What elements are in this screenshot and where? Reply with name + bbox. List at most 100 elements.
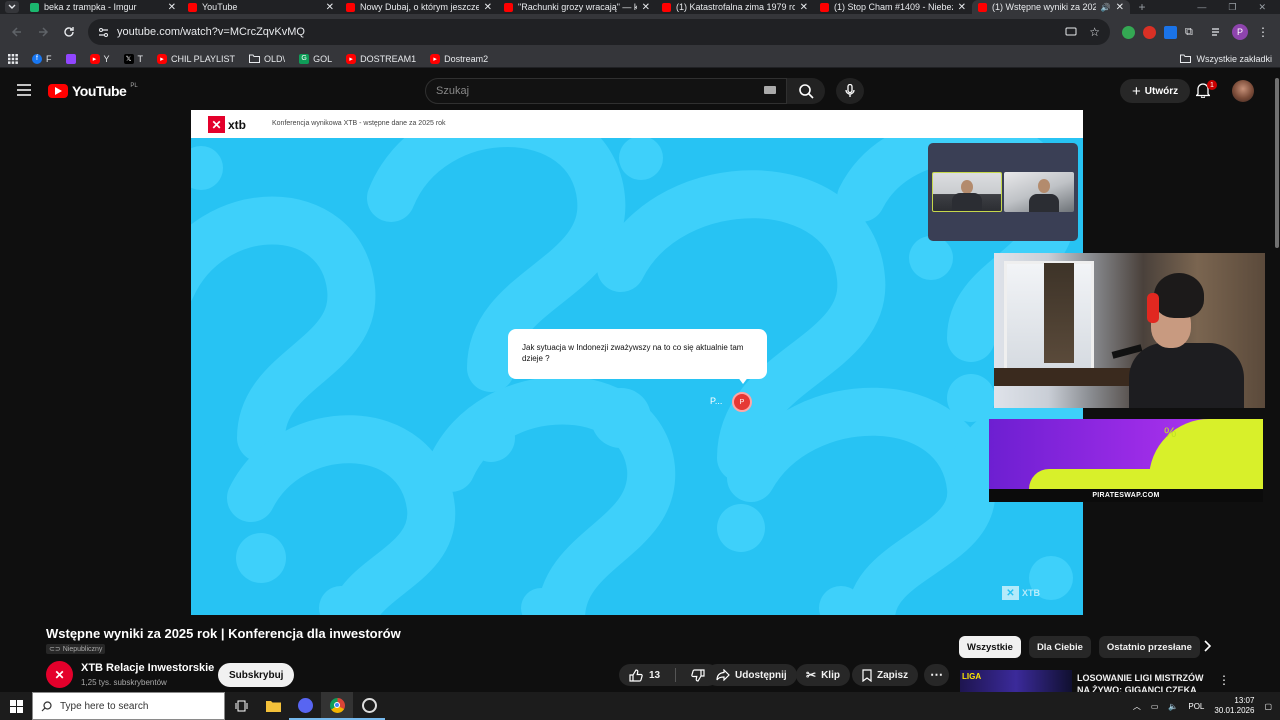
share-arrow-icon <box>716 669 730 681</box>
subscribe-button[interactable]: Subskrybuj <box>218 663 295 687</box>
taskbar-search-input[interactable]: Type here to search <box>32 692 225 720</box>
tab-search-button[interactable] <box>0 0 24 14</box>
obs-icon[interactable] <box>353 692 385 720</box>
bookmark-item[interactable] <box>65 53 76 64</box>
task-view-icon[interactable] <box>225 692 257 720</box>
site-info-icon[interactable] <box>98 27 109 38</box>
bookmark-item[interactable]: ▸ Y <box>89 53 110 64</box>
bookmark-star-icon[interactable]: ☆ <box>1089 25 1100 39</box>
close-tab-icon[interactable]: ✕ <box>326 2 334 13</box>
forward-button[interactable] <box>32 21 54 43</box>
youtube-logo[interactable]: YouTube PL <box>48 83 138 99</box>
discord-icon[interactable] <box>289 692 321 720</box>
bookmark-item[interactable]: fF <box>32 53 52 64</box>
cast-icon[interactable] <box>1065 27 1077 37</box>
chevron-right-icon[interactable] <box>1203 640 1211 652</box>
extension-green-icon[interactable] <box>1122 25 1135 39</box>
folder-icon <box>249 54 261 63</box>
thumbs-up-icon <box>629 668 643 682</box>
create-button[interactable]: + Utwórz <box>1120 79 1191 103</box>
channel-name[interactable]: XTB Relacje Inwestorskie <box>81 662 214 674</box>
browser-tab[interactable]: YouTube ✕ <box>182 0 340 14</box>
bookmark-item[interactable]: ▸ DOSTREAM1 <box>346 53 416 64</box>
address-bar[interactable]: youtube.com/watch?v=MCrcZqvKvMQ ☆ <box>88 19 1110 45</box>
browser-toolbar: youtube.com/watch?v=MCrcZqvKvMQ ☆ ⧉ P ⋮ <box>0 14 1280 50</box>
recommended-video-title[interactable]: LOSOWANIE LIGI MISTRZÓW NA ŻYWO: GIGANCI… <box>1077 672 1205 692</box>
taskbar-clock[interactable]: 13:07 30.01.2026 <box>1214 696 1254 716</box>
file-explorer-icon[interactable] <box>257 692 289 720</box>
language-indicator[interactable]: POL <box>1188 702 1204 711</box>
scissors-icon: ✂ <box>806 668 817 682</box>
close-tab-icon[interactable]: ✕ <box>168 2 176 13</box>
voice-search-mic-icon[interactable] <box>836 78 864 104</box>
clip-button[interactable]: ✂ Klip <box>796 664 850 686</box>
browser-tab[interactable]: beka z trampka - Imgur ✕ <box>24 0 182 14</box>
search-button[interactable] <box>787 78 825 104</box>
share-button[interactable]: Udostępnij <box>706 664 797 686</box>
close-tab-icon[interactable]: ✕ <box>484 2 492 13</box>
system-tray: ︿ ▭ 🔈 POL 13:07 30.01.2026 ▢ <box>1133 696 1280 716</box>
chip-recently-uploaded[interactable]: Ostatnio przesłane <box>1098 636 1200 658</box>
reload-button[interactable] <box>58 21 80 43</box>
scrollbar-thumb[interactable] <box>1275 78 1279 248</box>
extension-red-icon[interactable] <box>1143 25 1156 39</box>
profile-avatar[interactable]: P <box>1232 24 1248 40</box>
gol-icon: G <box>299 53 310 64</box>
restore-icon[interactable]: ❐ <box>1228 2 1236 13</box>
video-player[interactable]: ✕ xtb Konferencja wynikowa XTB - wstępne… <box>191 110 1083 615</box>
channel-avatar[interactable]: ✕ <box>46 661 73 688</box>
recommended-video-thumbnail[interactable]: LIGA <box>960 670 1072 692</box>
minimize-icon[interactable]: — <box>1197 2 1206 12</box>
windows-start-icon[interactable] <box>0 692 32 720</box>
extensions-puzzle-icon[interactable]: ⧉ <box>1185 26 1198 39</box>
bookmark-folder[interactable]: OLD\ <box>249 54 285 64</box>
save-bookmark-icon <box>862 668 872 682</box>
like-button[interactable]: 13 <box>619 664 670 686</box>
close-tab-icon[interactable]: ✕ <box>800 2 808 13</box>
close-window-icon[interactable]: ✕ <box>1258 2 1266 13</box>
bookmark-item[interactable]: ▸ Dostream2 <box>430 53 488 64</box>
search-input[interactable]: Szukaj <box>425 78 787 104</box>
bookmark-item[interactable]: G GOL <box>299 53 332 64</box>
browser-tab[interactable]: Nowy Dubaj, o którym jeszcze ✕ <box>340 0 498 14</box>
facebook-icon: f <box>32 53 42 64</box>
volume-icon[interactable]: 🔈 <box>1168 702 1178 711</box>
more-actions-button[interactable]: ⋯ <box>924 664 949 686</box>
account-avatar[interactable] <box>1232 80 1254 102</box>
menu-hamburger-icon[interactable] <box>16 84 32 96</box>
youtube-icon: ▸ <box>430 53 441 64</box>
extension-blue-icon[interactable] <box>1164 25 1177 39</box>
browser-tab[interactable]: (1) Katastrofalna zima 1979 rok ✕ <box>656 0 814 14</box>
browser-tab[interactable]: "Rachunki grozy wracają" — ko ✕ <box>498 0 656 14</box>
apps-grid-icon[interactable] <box>8 53 18 64</box>
chip-all[interactable]: Wszystkie <box>959 636 1021 658</box>
audio-playing-icon[interactable]: 🔊 <box>1101 3 1111 12</box>
browser-tab-active[interactable]: (1) Wstępne wyniki za 2025 🔊 ✕ <box>972 0 1130 14</box>
browser-tab[interactable]: (1) Stop Cham #1409 - Niebez ✕ <box>814 0 972 14</box>
youtube-favicon-icon <box>504 2 513 12</box>
folder-icon <box>1180 54 1192 63</box>
network-icon[interactable]: ▭ <box>1151 702 1159 711</box>
tray-chevron-up-icon[interactable]: ︿ <box>1133 701 1141 712</box>
new-tab-button[interactable]: + <box>1130 0 1154 14</box>
chrome-icon[interactable] <box>321 692 353 720</box>
streamer-person <box>1129 273 1244 408</box>
close-tab-icon[interactable]: ✕ <box>642 2 650 13</box>
chrome-menu-icon[interactable]: ⋮ <box>1252 21 1274 43</box>
page-scrollbar[interactable] <box>1274 72 1280 702</box>
chip-for-you[interactable]: Dla Ciebie <box>1028 636 1091 658</box>
notification-center-icon[interactable]: ▢ <box>1264 702 1272 711</box>
recommended-more-icon[interactable]: ⋮ <box>1218 673 1230 687</box>
close-tab-icon[interactable]: ✕ <box>1116 2 1124 13</box>
save-button[interactable]: Zapisz <box>852 664 919 686</box>
all-bookmarks[interactable]: Wszystkie zakładki <box>1180 54 1272 64</box>
youtube-favicon-icon <box>662 2 671 12</box>
bookmark-item[interactable]: ▸ CHIL PLAYLIST <box>157 53 235 64</box>
media-controls-icon[interactable] <box>1206 21 1228 43</box>
subscriber-count: 1,25 tys. subskrybentów <box>81 678 167 687</box>
url-text[interactable]: youtube.com/watch?v=MCrcZqvKvMQ <box>117 26 305 38</box>
bookmark-item[interactable]: 𝕏T <box>123 53 143 64</box>
close-tab-icon[interactable]: ✕ <box>958 2 966 13</box>
back-button[interactable] <box>6 21 28 43</box>
keyboard-icon[interactable] <box>764 86 776 94</box>
